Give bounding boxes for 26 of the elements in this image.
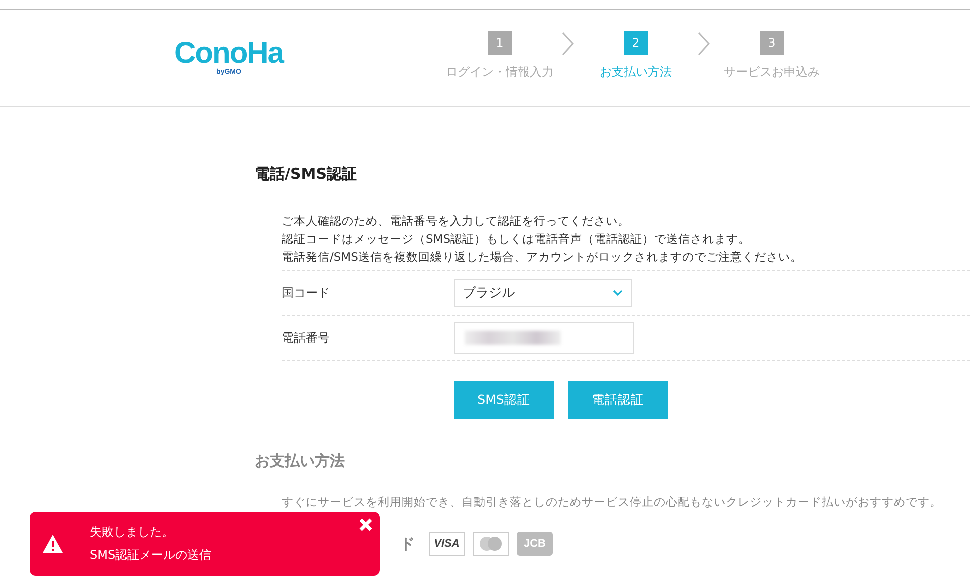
chevron-icon bbox=[561, 31, 575, 57]
card-logo: JCB bbox=[517, 532, 553, 556]
step-number: 3 bbox=[760, 31, 784, 55]
warning-icon bbox=[42, 534, 64, 554]
close-icon[interactable] bbox=[358, 517, 374, 533]
field-label: 国コード bbox=[282, 284, 331, 302]
logo-text: ConoHa bbox=[174, 39, 284, 69]
country-select[interactable]: ブラジル bbox=[454, 279, 632, 307]
card-logo: VISA bbox=[429, 532, 465, 556]
step-number: 1 bbox=[488, 31, 512, 55]
step-label: ログイン・情報入力 bbox=[446, 64, 554, 81]
toast-message: SMS認証メールの送信 bbox=[90, 547, 212, 564]
phone-input-field[interactable] bbox=[454, 322, 634, 354]
instructions-text: ご本人確認のため、電話番号を入力して認証を行ってください。 認証コードはメッセージ（SMS認証）もしくは電話音声（電話認証）で送信されます。 電話発信/SMS送信を複数回繰り返した場合、アカウントがロックされますのでご注意ください。 bbox=[282, 213, 804, 266]
chevron-down-icon bbox=[613, 290, 623, 296]
section-title: 電話/SMS認証 bbox=[255, 165, 358, 184]
step-number: 2 bbox=[624, 31, 648, 55]
chevron-icon bbox=[697, 31, 711, 57]
circles-card-icon bbox=[473, 532, 509, 556]
step-label: お支払い方法 bbox=[600, 64, 672, 81]
field-label: 電話番号 bbox=[282, 330, 331, 346]
section-title: お支払い方法 bbox=[255, 452, 346, 471]
step-label: サービスお申込み bbox=[724, 64, 820, 81]
toast-title: 失敗しました。 bbox=[90, 524, 175, 541]
card-heading: ド bbox=[400, 534, 415, 554]
payment-description: すぐにサービスを利用開始でき、自動引き落としのためサービス停止の心配もないクレジットカード払いがおすすめです。 bbox=[282, 495, 943, 510]
